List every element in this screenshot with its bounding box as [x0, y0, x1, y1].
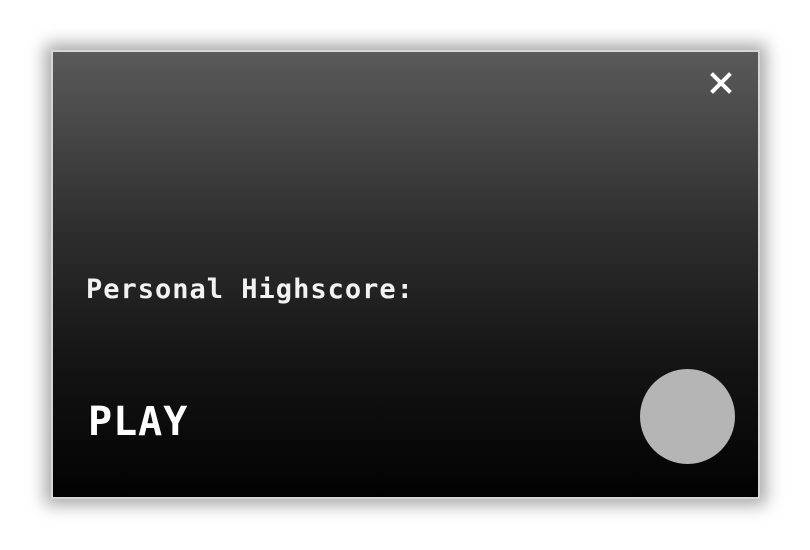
game-stage: Personal Highscore: PLAY	[0, 0, 810, 550]
play-button[interactable]: PLAY	[88, 399, 188, 445]
close-icon	[710, 72, 732, 94]
close-button[interactable]	[710, 72, 732, 94]
game-dialog: Personal Highscore: PLAY	[51, 50, 760, 499]
round-action-button[interactable]	[640, 369, 735, 464]
highscore-label: Personal Highscore:	[86, 274, 414, 305]
